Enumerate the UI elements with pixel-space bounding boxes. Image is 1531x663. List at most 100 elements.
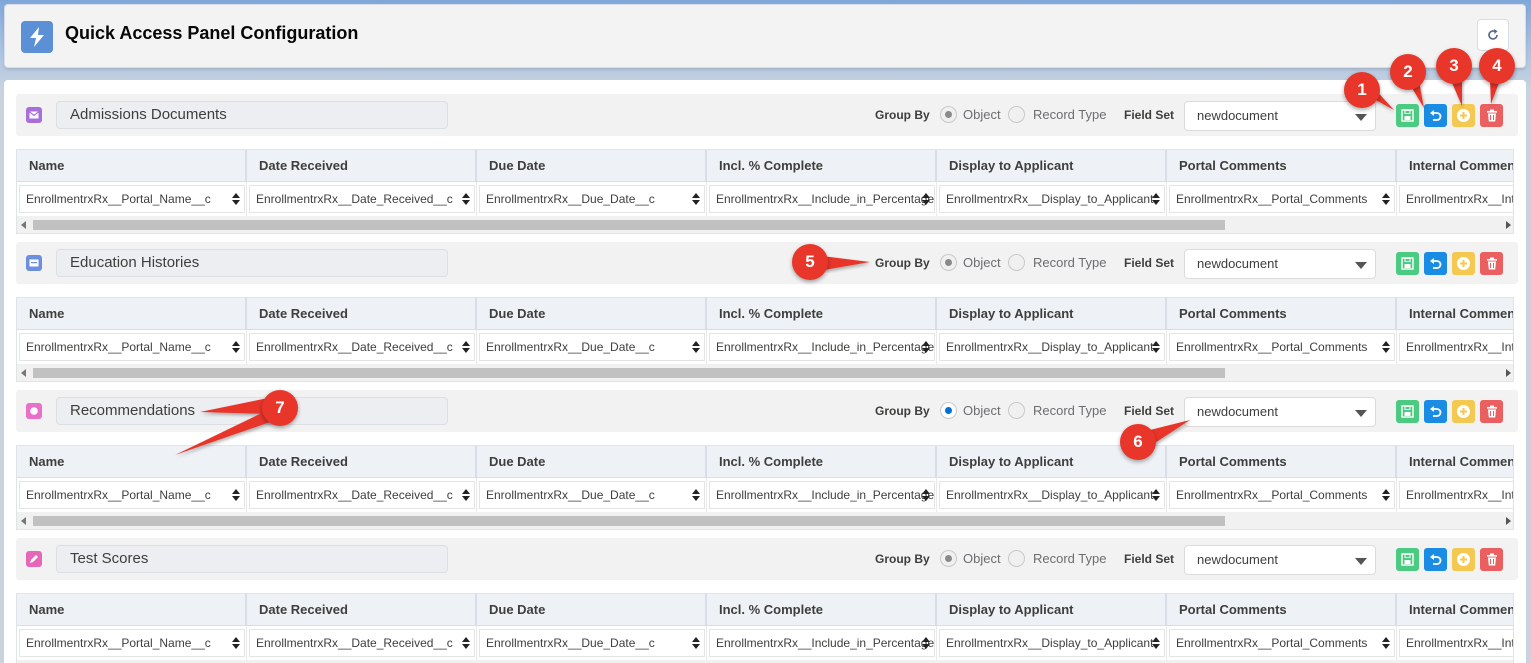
field-select[interactable]: EnrollmentrxRx__Portal_Comments [1169, 333, 1395, 361]
column-header[interactable]: Portal Comments [1167, 150, 1397, 182]
field-select[interactable]: EnrollmentrxRx__Portal_Name__c [19, 333, 245, 361]
radio-object[interactable] [940, 254, 957, 271]
radio-record-type[interactable] [1008, 106, 1025, 123]
scroll-right-icon[interactable] [1506, 369, 1511, 377]
undo-button[interactable] [1424, 400, 1447, 423]
radio-object[interactable] [940, 402, 957, 419]
field-select[interactable]: EnrollmentrxRx__Due_Date__c [479, 333, 705, 361]
scrollbar-thumb[interactable] [33, 368, 1225, 378]
scrollbar-thumb[interactable] [33, 516, 1225, 526]
save-button[interactable] [1396, 104, 1419, 127]
field-select[interactable]: EnrollmentrxRx__Due_Date__c [479, 481, 705, 509]
field-select[interactable]: EnrollmentrxRx__Internal_Comments [1399, 333, 1513, 361]
radio-object[interactable] [940, 106, 957, 123]
field-set-select[interactable]: newdocument [1184, 397, 1376, 427]
delete-button[interactable] [1480, 252, 1503, 275]
field-set-select[interactable]: newdocument [1184, 101, 1376, 131]
column-header[interactable]: Name [17, 298, 247, 330]
field-select[interactable]: EnrollmentrxRx__Display_to_Applicant [939, 185, 1165, 213]
radio-object[interactable] [940, 550, 957, 567]
field-select[interactable]: EnrollmentrxRx__Include_in_Percentage [709, 333, 935, 361]
column-header[interactable]: Name [17, 594, 247, 626]
column-header[interactable]: Internal Comments [1397, 298, 1513, 330]
scroll-left-icon[interactable] [21, 221, 26, 229]
refresh-button[interactable] [1477, 19, 1509, 51]
field-select[interactable]: EnrollmentrxRx__Portal_Comments [1169, 629, 1395, 657]
field-select[interactable]: EnrollmentrxRx__Internal_Comments [1399, 481, 1513, 509]
scrollbar-thumb[interactable] [33, 220, 1225, 230]
undo-button[interactable] [1424, 252, 1447, 275]
section-name-field[interactable]: Recommendations [56, 397, 448, 425]
radio-record-type[interactable] [1008, 550, 1025, 567]
field-select[interactable]: EnrollmentrxRx__Date_Received__c [249, 333, 475, 361]
column-header[interactable]: Internal Comments [1397, 594, 1513, 626]
column-header[interactable]: Internal Comments [1397, 150, 1513, 182]
field-select[interactable]: EnrollmentrxRx__Internal_Comments [1399, 185, 1513, 213]
column-header[interactable]: Name [17, 446, 247, 478]
column-header[interactable]: Portal Comments [1167, 446, 1397, 478]
field-select[interactable]: EnrollmentrxRx__Internal_Comments [1399, 629, 1513, 657]
column-header[interactable]: Incl. % Complete [707, 150, 937, 182]
undo-button[interactable] [1424, 548, 1447, 571]
field-select[interactable]: EnrollmentrxRx__Display_to_Applicant [939, 333, 1165, 361]
column-header[interactable]: Due Date [477, 298, 707, 330]
column-header[interactable]: Name [17, 150, 247, 182]
scroll-right-icon[interactable] [1506, 517, 1511, 525]
column-header[interactable]: Display to Applicant [937, 298, 1167, 330]
field-select[interactable]: EnrollmentrxRx__Due_Date__c [479, 185, 705, 213]
scroll-left-icon[interactable] [21, 369, 26, 377]
column-header[interactable]: Due Date [477, 150, 707, 182]
column-header[interactable]: Date Received [247, 150, 477, 182]
save-button[interactable] [1396, 400, 1419, 423]
column-header[interactable]: Internal Comments [1397, 446, 1513, 478]
section-name-field[interactable]: Education Histories [56, 249, 448, 277]
horizontal-scrollbar[interactable] [17, 364, 1513, 381]
column-header[interactable]: Portal Comments [1167, 298, 1397, 330]
radio-record-type[interactable] [1008, 254, 1025, 271]
column-header[interactable]: Incl. % Complete [707, 594, 937, 626]
field-select[interactable]: EnrollmentrxRx__Include_in_Percentage [709, 185, 935, 213]
add-button[interactable] [1452, 400, 1475, 423]
delete-button[interactable] [1480, 548, 1503, 571]
column-header[interactable]: Due Date [477, 594, 707, 626]
delete-button[interactable] [1480, 104, 1503, 127]
section-name-field[interactable]: Admissions Documents [56, 101, 448, 129]
field-select[interactable]: EnrollmentrxRx__Portal_Name__c [19, 629, 245, 657]
field-select[interactable]: EnrollmentrxRx__Include_in_Percentage [709, 629, 935, 657]
add-button[interactable] [1452, 548, 1475, 571]
field-select[interactable]: EnrollmentrxRx__Date_Received__c [249, 629, 475, 657]
section-name-field[interactable]: Test Scores [56, 545, 448, 573]
column-header[interactable]: Display to Applicant [937, 150, 1167, 182]
save-button[interactable] [1396, 548, 1419, 571]
field-select[interactable]: EnrollmentrxRx__Portal_Comments [1169, 185, 1395, 213]
field-select[interactable]: EnrollmentrxRx__Display_to_Applicant [939, 481, 1165, 509]
column-header[interactable]: Incl. % Complete [707, 298, 937, 330]
horizontal-scrollbar[interactable] [17, 512, 1513, 529]
column-header[interactable]: Date Received [247, 446, 477, 478]
add-button[interactable] [1452, 104, 1475, 127]
delete-button[interactable] [1480, 400, 1503, 423]
field-select[interactable]: EnrollmentrxRx__Date_Received__c [249, 481, 475, 509]
column-header[interactable]: Display to Applicant [937, 594, 1167, 626]
column-header[interactable]: Portal Comments [1167, 594, 1397, 626]
field-select[interactable]: EnrollmentrxRx__Display_to_Applicant [939, 629, 1165, 657]
add-button[interactable] [1452, 252, 1475, 275]
field-select[interactable]: EnrollmentrxRx__Date_Received__c [249, 185, 475, 213]
column-header[interactable]: Due Date [477, 446, 707, 478]
field-select[interactable]: EnrollmentrxRx__Portal_Name__c [19, 185, 245, 213]
column-header[interactable]: Incl. % Complete [707, 446, 937, 478]
column-header[interactable]: Date Received [247, 298, 477, 330]
column-header[interactable]: Date Received [247, 594, 477, 626]
horizontal-scrollbar[interactable] [17, 216, 1513, 233]
field-select[interactable]: EnrollmentrxRx__Include_in_Percentage [709, 481, 935, 509]
undo-button[interactable] [1424, 104, 1447, 127]
scroll-left-icon[interactable] [21, 517, 26, 525]
field-select[interactable]: EnrollmentrxRx__Portal_Comments [1169, 481, 1395, 509]
field-select[interactable]: EnrollmentrxRx__Due_Date__c [479, 629, 705, 657]
scroll-right-icon[interactable] [1506, 221, 1511, 229]
save-button[interactable] [1396, 252, 1419, 275]
radio-record-type[interactable] [1008, 402, 1025, 419]
field-set-select[interactable]: newdocument [1184, 249, 1376, 279]
field-set-select[interactable]: newdocument [1184, 545, 1376, 575]
field-select[interactable]: EnrollmentrxRx__Portal_Name__c [19, 481, 245, 509]
